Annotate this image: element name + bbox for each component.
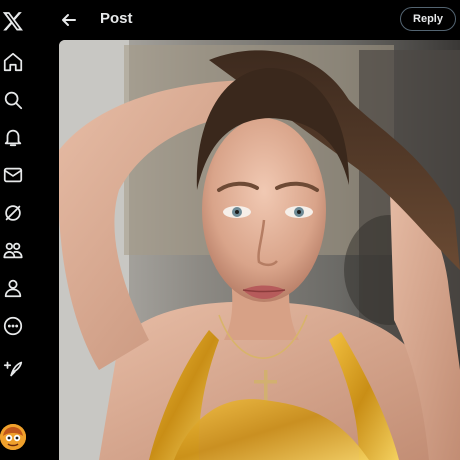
photo-illustration <box>59 40 460 460</box>
post-header: Post Reply <box>46 0 460 40</box>
bell-icon[interactable] <box>0 124 26 150</box>
compose-icon[interactable] <box>0 355 26 381</box>
person-icon[interactable] <box>0 275 26 301</box>
user-avatar[interactable] <box>0 424 26 450</box>
envelope-icon[interactable] <box>0 162 26 188</box>
more-circle-icon[interactable] <box>0 313 26 339</box>
page-title: Post <box>100 10 133 27</box>
x-logo-icon[interactable] <box>0 8 26 34</box>
home-icon[interactable] <box>0 49 26 75</box>
search-icon[interactable] <box>0 87 26 113</box>
app-window: Post Reply <box>0 0 460 460</box>
reply-button[interactable]: Reply <box>400 7 456 31</box>
communities-icon[interactable] <box>0 237 26 263</box>
grok-icon[interactable] <box>0 200 26 226</box>
sidebar-nav <box>0 0 46 460</box>
back-button[interactable] <box>56 7 82 33</box>
post-photo[interactable] <box>59 40 460 460</box>
arrow-left-icon <box>62 14 76 26</box>
